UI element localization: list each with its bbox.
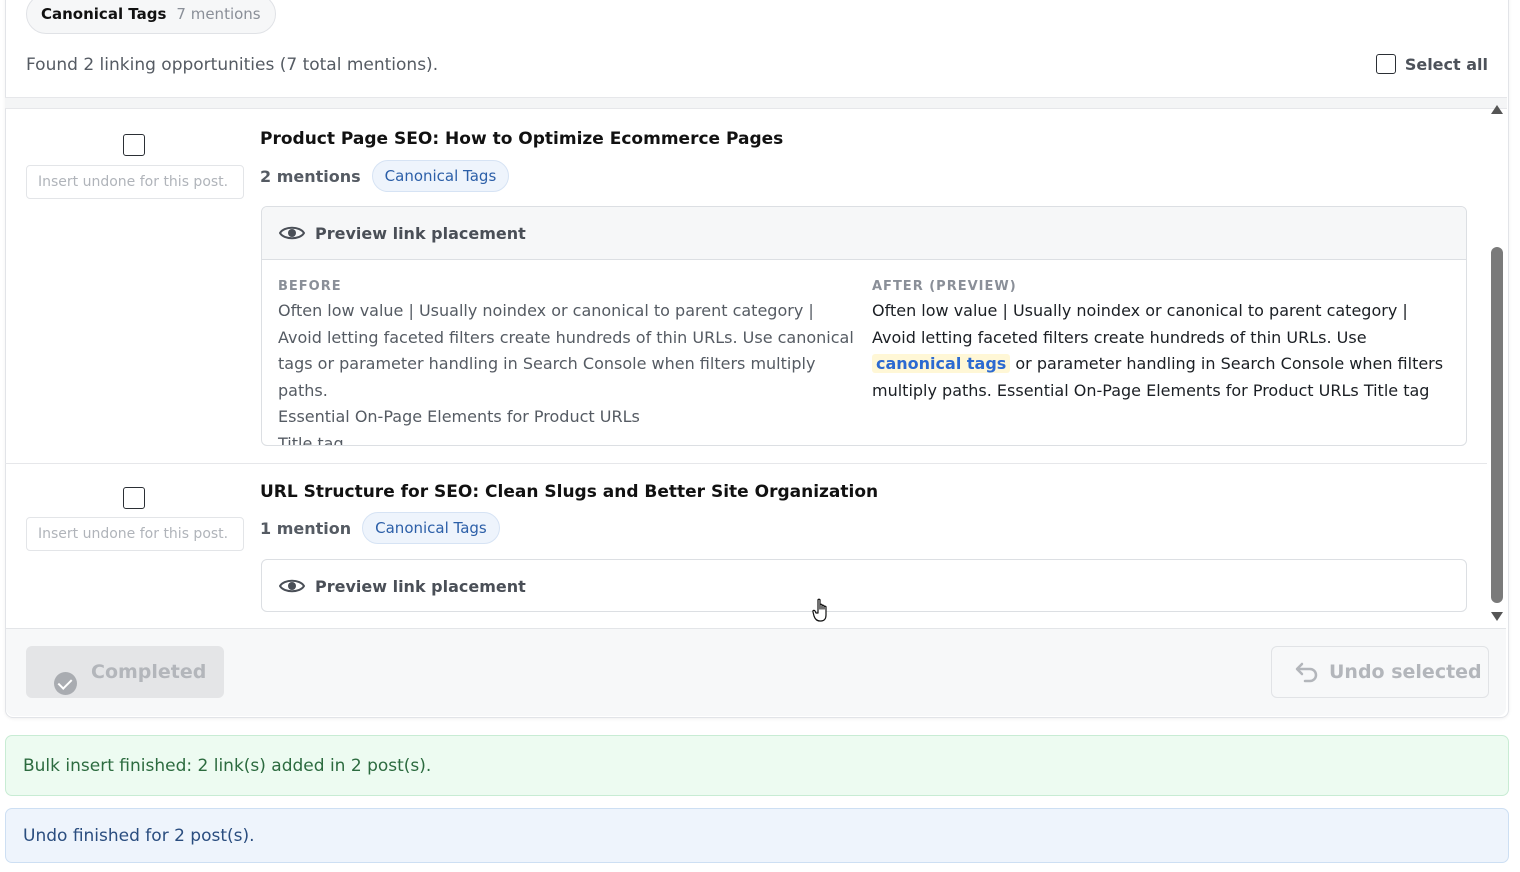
after-text: Often low value | Usually noindex or can… bbox=[872, 298, 1450, 404]
before-line: Often low value | Usually noindex or can… bbox=[278, 301, 814, 320]
opportunities-summary: Found 2 linking opportunities (7 total m… bbox=[26, 55, 439, 75]
scroll-up-arrow-icon[interactable] bbox=[1491, 105, 1503, 114]
completed-button[interactable]: Completed bbox=[26, 646, 224, 698]
check-circle-icon bbox=[54, 671, 77, 695]
before-heading: BEFORE bbox=[278, 279, 342, 294]
post-2-preview-toggle[interactable]: Preview link placement bbox=[262, 560, 1466, 611]
post-2-checkbox[interactable] bbox=[123, 487, 145, 509]
before-line: tags or parameter handling in Search Con… bbox=[278, 354, 816, 400]
after-heading: AFTER (PREVIEW) bbox=[872, 279, 1017, 294]
undo-finished-alert: Undo finished for 2 post(s). bbox=[5, 808, 1509, 863]
post-2-preview-panel: Preview link placement bbox=[261, 559, 1467, 612]
post-1-keyword-tag: Canonical Tags bbox=[371, 160, 510, 192]
select-all-control[interactable]: Select all bbox=[1375, 54, 1488, 74]
keyword-mention-count: 7 mentions bbox=[176, 5, 261, 23]
keyword-pill: Canonical Tags 7 mentions bbox=[26, 0, 276, 34]
select-all-label[interactable]: Select all bbox=[1405, 55, 1488, 74]
post-2-mention-count: 1 mention bbox=[260, 518, 352, 538]
post-1-title[interactable]: Product Page SEO: How to Optimize Ecomme… bbox=[260, 129, 783, 149]
after-column: AFTER (PREVIEW) Often low value | Usuall… bbox=[872, 278, 1450, 445]
post-2-keyword-tag: Canonical Tags bbox=[362, 512, 500, 544]
eye-icon bbox=[279, 579, 305, 593]
post-1-meta: 2 mentions Canonical Tags bbox=[260, 160, 510, 192]
before-line: Avoid letting faceted filters create hun… bbox=[278, 327, 854, 347]
row-divider bbox=[5, 463, 1487, 464]
scroll-down-arrow-icon[interactable] bbox=[1491, 612, 1503, 621]
post-2-preview-label: Preview link placement bbox=[315, 576, 526, 596]
cursor-icon bbox=[812, 598, 827, 622]
after-text-before-link: Often low value | Usually noindex or can… bbox=[872, 301, 1408, 347]
post-2-insert-input[interactable] bbox=[26, 517, 244, 551]
post-1-preview-label: Preview link placement bbox=[315, 223, 526, 243]
undo-selected-label: Undo selected bbox=[1329, 661, 1482, 683]
eye-icon bbox=[279, 226, 305, 240]
before-column: BEFORE Often low value | Usually noindex… bbox=[278, 278, 856, 446]
before-line: Essential On-Page Elements for Product U… bbox=[278, 407, 640, 426]
select-all-checkbox[interactable] bbox=[1375, 54, 1396, 74]
undo-icon bbox=[1295, 662, 1318, 683]
scrollbar-thumb[interactable] bbox=[1491, 247, 1503, 603]
post-2-meta: 1 mention Canonical Tags bbox=[260, 512, 500, 544]
keyword-label: Canonical Tags bbox=[41, 5, 167, 23]
post-1-insert-input[interactable] bbox=[26, 165, 244, 199]
list-top-divider bbox=[5, 97, 1507, 109]
post-1-checkbox[interactable] bbox=[123, 134, 145, 156]
after-link-highlight[interactable]: canonical tags bbox=[872, 354, 1011, 373]
undo-selected-button[interactable]: Undo selected bbox=[1271, 646, 1489, 698]
post-1-preview-panel: Preview link placement BEFORE Often low … bbox=[261, 206, 1467, 446]
before-line: Title tag bbox=[278, 433, 344, 446]
post-1-preview-toggle[interactable]: Preview link placement bbox=[262, 207, 1466, 260]
post-2-title[interactable]: URL Structure for SEO: Clean Slugs and B… bbox=[260, 482, 878, 502]
bulk-insert-alert: Bulk insert finished: 2 link(s) added in… bbox=[5, 735, 1509, 796]
post-1-mention-count: 2 mentions bbox=[260, 166, 361, 186]
completed-label: Completed bbox=[91, 661, 207, 683]
